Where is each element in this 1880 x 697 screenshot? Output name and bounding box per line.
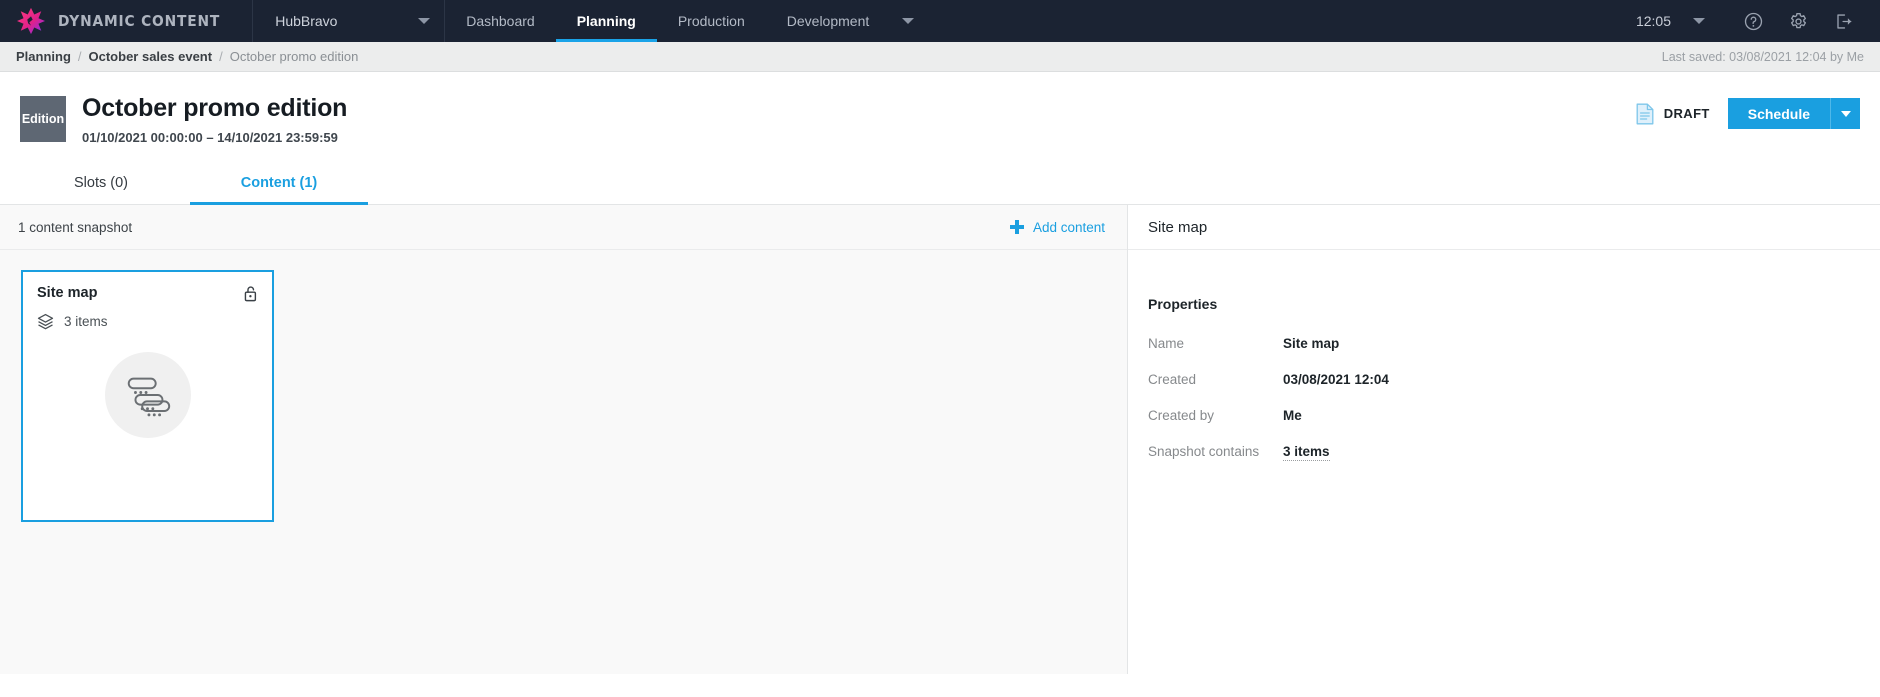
gear-icon [1790,12,1807,28]
schedule-dropdown-button[interactable] [1830,98,1860,129]
section-tabs: Slots (0) Content (1) [0,155,1880,205]
brand-area[interactable]: DYNAMIC CONTENT [0,0,254,42]
property-key: Created by [1148,408,1215,423]
property-key: Created [1148,372,1197,387]
add-content-label: Add content [1032,219,1105,235]
tab-slots[interactable]: Slots (0) [12,175,190,204]
main-nav-tabs: Dashboard Planning Production Developmen… [445,0,932,42]
nav-item-planning[interactable]: Planning [555,0,657,42]
settings-button[interactable] [1776,12,1821,31]
last-saved-text: Last saved: 03/08/2021 12:04 by Me [1661,49,1864,64]
account-selector[interactable]: HubBravo [253,0,446,42]
breadcrumb-separator: / [219,49,223,64]
page-title: October promo edition [82,94,348,122]
edition-badge: Edition [20,96,66,142]
header-actions: DRAFT Schedule [1635,94,1860,129]
details-pane: Site map Properties Name Site map Create… [1128,205,1880,674]
content-toolbar: 1 content snapshot Add content [0,205,1127,250]
title-block: October promo edition 01/10/2021 00:00:0… [66,94,347,145]
logout-button[interactable] [1821,12,1866,31]
content-card-grid: Site map 3 items [0,250,1127,522]
card-header: Site map [37,285,258,302]
details-pane-body: Properties Name Site map Created 03/08/2… [1128,250,1880,482]
breadcrumb-item-planning[interactable]: Planning [16,49,71,64]
help-circle-icon [1744,12,1763,30]
breadcrumb-item-current: October promo edition [229,49,359,64]
layers-icon [37,313,54,330]
top-navigation-bar: DYNAMIC CONTENT HubBravo Dashboard Plann… [0,0,1880,42]
card-thumbnail [104,352,191,438]
chevron-down-icon [1693,18,1705,24]
unlocked-padlock-icon[interactable] [243,285,258,302]
property-row: Snapshot contains 3 items [1148,444,1880,482]
card-thumbnail-wrap [37,330,258,438]
nav-overflow-button[interactable] [890,0,932,42]
schedule-button[interactable]: Schedule [1727,98,1830,129]
details-pane-header: Site map [1128,205,1880,250]
property-key: Snapshot contains [1148,444,1260,459]
nav-item-development[interactable]: Development [766,0,891,42]
properties-title: Properties [1148,296,1218,312]
page-header: Edition October promo edition 01/10/2021… [0,72,1880,145]
property-value: Site map [1283,336,1340,351]
site-map-icon [127,377,170,417]
help-button[interactable] [1731,12,1776,31]
property-row: Created 03/08/2021 12:04 [1148,372,1880,408]
breadcrumb-item-event[interactable]: October sales event [89,49,213,64]
snapshot-count-label: 1 content snapshot [18,219,133,235]
brand-title: DYNAMIC CONTENT [58,12,221,30]
chevron-down-icon [418,18,431,24]
chevron-down-icon [1840,110,1851,117]
logout-icon [1837,13,1852,29]
status-badge: DRAFT [1635,103,1728,125]
nav-item-dashboard[interactable]: Dashboard [445,0,556,42]
property-key: Name [1148,336,1185,351]
breadcrumb-separator: / [77,49,82,64]
account-name: HubBravo [275,13,338,29]
content-card-site-map[interactable]: Site map 3 items [21,270,274,522]
content-pane: 1 content snapshot Add content Site map [0,205,1128,674]
body-split: 1 content snapshot Add content Site map [0,205,1880,674]
breadcrumb-bar: Planning / October sales event / October… [0,42,1880,72]
edition-date-range: 01/10/2021 00:00:00 – 14/10/2021 23:59:5… [82,130,338,145]
dynamic-content-star-logo [17,7,45,35]
status-label: DRAFT [1663,106,1710,121]
nav-item-production[interactable]: Production [657,0,766,42]
chevron-down-icon [902,18,915,24]
draft-document-icon [1636,103,1654,124]
property-value-snapshot-contains[interactable]: 3 items [1283,444,1330,461]
property-value: Me [1283,408,1302,423]
property-row: Created by Me [1148,408,1880,444]
plus-icon [1009,220,1024,234]
top-bar-right-tools: 12:05 [1636,0,1880,42]
card-item-count: 3 items [64,314,108,329]
card-title: Site map [37,285,98,301]
add-content-button[interactable]: Add content [1009,219,1105,235]
property-row: Name Site map [1148,336,1880,372]
clock-dropdown-button[interactable] [1693,18,1731,24]
property-value: 03/08/2021 12:04 [1283,372,1389,387]
tab-content[interactable]: Content (1) [190,175,368,205]
schedule-button-group: Schedule [1727,98,1860,129]
clock-display: 12:05 [1635,13,1671,29]
card-meta: 3 items [37,302,258,330]
